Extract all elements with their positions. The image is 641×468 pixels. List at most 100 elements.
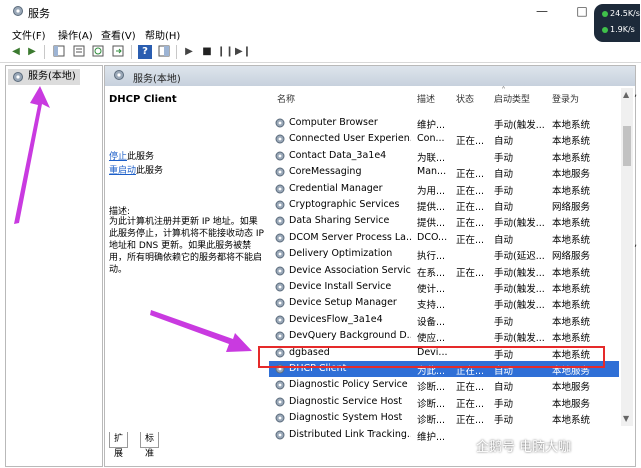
service-startup-type: 手动 (494, 316, 514, 328)
service-status: 正在... (456, 218, 485, 230)
service-description: 支持... (417, 300, 446, 312)
service-name: Data Sharing Service (289, 215, 390, 227)
minimize-button[interactable]: — (522, 0, 562, 22)
service-status: 正在... (456, 382, 485, 394)
column-header-status[interactable]: 状态 (456, 92, 474, 105)
service-startup-type: 手动 (494, 152, 514, 164)
service-startup-type: 自动 (494, 169, 514, 181)
service-logon-as: 本地系统 (552, 120, 591, 131)
help-icon[interactable]: ? (138, 45, 152, 59)
stop-service-line: 停止此服务 (109, 149, 154, 162)
export-icon[interactable] (111, 45, 125, 59)
service-name: DevQuery Background D... (289, 330, 411, 342)
service-description: Man... (417, 166, 447, 178)
forward-icon[interactable]: ▶ (25, 45, 39, 59)
play-icon[interactable]: ▶ (182, 45, 196, 59)
service-description: 在系... (417, 267, 446, 279)
menu-action[interactable]: 操作(A) (58, 27, 93, 42)
restart-service-suffix: 此服务 (136, 166, 164, 176)
table-row[interactable]: DCOM Server Process La... DCO... 正在... 自动 本地… (269, 230, 619, 246)
service-startup-type: 手动(触发... (494, 218, 545, 230)
table-row[interactable]: Credential Manager 为用... 正在... 手动 本地系统 (269, 181, 619, 197)
table-row[interactable]: Diagnostic Policy Service 诊断... 正在... 自动 本地服… (269, 377, 619, 393)
table-row[interactable]: Delivery Optimization 执行... 手动(延迟... 网络服务 (269, 246, 619, 262)
column-header-startup[interactable]: 启动类型 (494, 92, 530, 105)
column-header-name[interactable]: 名称 (277, 92, 295, 105)
service-name: DevicesFlow_3a1e4 (289, 313, 383, 325)
tree-item-services-local[interactable]: 服务(本地) (8, 69, 80, 85)
console-tree-icon[interactable] (52, 45, 66, 59)
stop-service-link[interactable]: 停止 (109, 152, 127, 162)
service-description: 为联... (417, 152, 446, 164)
table-row[interactable]: Device Setup Manager 支持... 手动(触发... 本地系统 (269, 295, 619, 311)
properties-icon[interactable] (72, 45, 86, 59)
column-header-logon[interactable]: 登录为 (552, 92, 579, 105)
menu-view[interactable]: 查看(V) (101, 27, 136, 42)
toolbar-separator (176, 45, 177, 59)
service-name: Computer Browser (289, 117, 378, 128)
tab-extended[interactable]: 扩展 (109, 432, 129, 459)
service-description: 诊断... (417, 398, 446, 410)
service-startup-type: 手动(延迟... (494, 251, 545, 263)
service-status: 正在... (456, 234, 485, 246)
title-bar: 服务 — □ (0, 0, 641, 24)
restart-service-link[interactable]: 重启动 (109, 166, 136, 176)
restart-icon[interactable]: ▶❙ (235, 45, 251, 59)
table-row[interactable]: DevicesFlow_3a1e4 设备... 手动 本地系统 (269, 312, 619, 328)
service-gear-icon (275, 118, 285, 128)
service-name: Connected User Experien... (289, 133, 411, 145)
scrollbar-thumb[interactable] (623, 126, 631, 166)
service-description: 为用... (417, 185, 446, 197)
service-logon-as: 本地系统 (552, 415, 591, 427)
highlight-box (258, 346, 605, 368)
table-row[interactable]: Connected User Experien... Con... 正在... 自动 本… (269, 131, 619, 147)
service-gear-icon (275, 167, 285, 177)
service-name: Diagnostic Policy Service (289, 379, 408, 391)
service-logon-as: 本地系统 (552, 267, 591, 279)
toolbar-separator (131, 45, 132, 59)
service-logon-as: 本地服务 (552, 382, 591, 394)
service-startup-type: 手动 (494, 185, 514, 197)
network-speed-widget: 24.5K/s 1.9K/s (594, 4, 640, 42)
services-gear-icon (114, 70, 124, 80)
vertical-scrollbar[interactable]: ▲ ▼ (621, 88, 633, 426)
upload-icon (602, 10, 608, 17)
table-row[interactable]: CoreMessaging Man... 正在... 自动 本地服务 (269, 164, 619, 180)
service-description: 使应... (417, 333, 446, 345)
menu-help[interactable]: 帮助(H) (145, 27, 180, 42)
service-gear-icon (275, 233, 285, 243)
table-row[interactable]: Diagnostic Service Host 诊断... 正在... 手动 本地服务 (269, 394, 619, 410)
refresh-icon[interactable] (91, 45, 105, 59)
scroll-down-icon[interactable]: ▼ (623, 414, 629, 423)
stop-icon[interactable]: ■ (200, 45, 214, 59)
service-description: 维护... (417, 120, 446, 131)
table-row[interactable]: Computer Browser 维护... 手动(触发... 本地系统 (269, 115, 619, 131)
table-row[interactable]: DevQuery Background D... 使应... 手动(触发... 本地系… (269, 328, 619, 344)
table-row[interactable]: Device Association Service 在系... 正在... 手动(触… (269, 263, 619, 279)
service-logon-as: 本地服务 (552, 398, 591, 410)
service-status: 正在... (456, 185, 485, 197)
table-row[interactable]: Contact Data_3a1e4 为联... 手动 本地系统 (269, 148, 619, 164)
menu-file[interactable]: 文件(F) (12, 27, 46, 42)
show-pane-icon[interactable] (157, 45, 171, 59)
service-name: Diagnostic System Host (289, 412, 403, 424)
service-logon-as: 本地系统 (552, 333, 591, 345)
table-row[interactable]: Diagnostic System Host 诊断... 正在... 手动 本地系统 (269, 410, 619, 426)
service-startup-type: 自动 (494, 382, 514, 394)
table-row[interactable]: Cryptographic Services 提供... 正在... 自动 网络服务 (269, 197, 619, 213)
service-gear-icon (275, 216, 285, 226)
table-row[interactable]: Device Install Service 使计... 手动(触发... 本地系统 (269, 279, 619, 295)
service-logon-as: 本地系统 (552, 136, 591, 148)
service-description: 诊断... (417, 415, 446, 427)
service-startup-type: 手动(触发... (494, 300, 545, 312)
pause-icon[interactable]: ❙❙ (217, 45, 234, 59)
scroll-up-icon[interactable]: ▲ (623, 90, 629, 99)
service-logon-as: 本地系统 (552, 152, 591, 164)
column-header-desc[interactable]: 描述 (417, 92, 435, 105)
service-gear-icon (275, 266, 285, 276)
back-icon[interactable]: ◀ (9, 45, 23, 59)
service-name: DCOM Server Process La... (289, 231, 411, 243)
table-row[interactable]: Data Sharing Service 提供... 正在... 手动(触发... 本地… (269, 213, 619, 229)
tab-standard[interactable]: 标准 (140, 432, 160, 459)
service-startup-type: 自动 (494, 202, 514, 213)
